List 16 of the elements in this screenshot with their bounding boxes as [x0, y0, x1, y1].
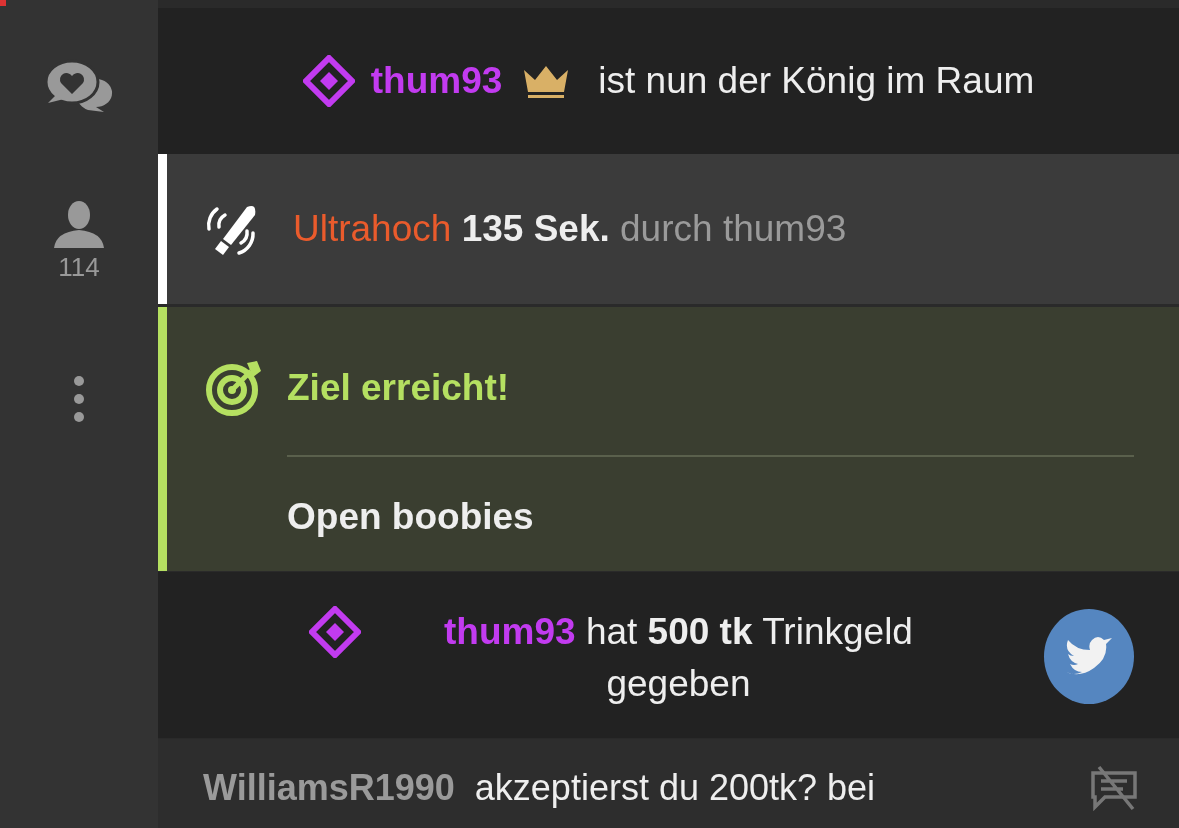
- crown-icon: [522, 64, 571, 99]
- username: thum93: [370, 59, 503, 104]
- target-icon: [205, 358, 263, 417]
- mute-chat-icon[interactable]: [1089, 764, 1139, 811]
- person-icon[interactable]: [53, 200, 105, 248]
- goal-text: Open boobies: [287, 494, 535, 539]
- tip-message: thum93 hat 500 tk Trinkgeld gegeben: [443, 610, 914, 707]
- diamond-icon: [308, 606, 361, 659]
- viewer-count: 114: [58, 251, 100, 284]
- more-icon[interactable]: [72, 375, 86, 423]
- chat-message: WilliamsR1990 akzeptierst du 200tk? bei: [203, 765, 877, 810]
- toy-message: Ultrahoch 135 Sek. durch thum93: [293, 207, 847, 252]
- goal-title: Ziel erreicht!: [287, 365, 510, 410]
- diamond-icon: [302, 55, 355, 108]
- indicator-mark: [0, 0, 6, 6]
- message-text: ist nun der König im Raum: [598, 59, 1035, 104]
